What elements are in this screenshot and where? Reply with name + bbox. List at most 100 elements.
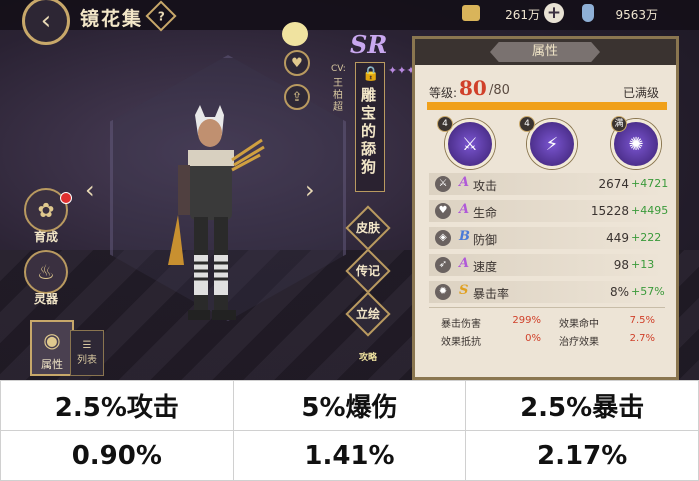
stat-value: 2674 bbox=[598, 177, 629, 191]
level-label: 等级: bbox=[429, 86, 458, 100]
share-button[interactable]: ⇪ bbox=[284, 84, 310, 110]
rarity-badge: SR bbox=[350, 30, 388, 59]
fan-icon: ♨ bbox=[37, 260, 55, 284]
potion-amount: 9563万 bbox=[615, 8, 658, 22]
sword-icon: ⚔ bbox=[435, 176, 451, 192]
boot-icon: ➶ bbox=[435, 257, 451, 273]
stat-row: ⚔ A 攻击 2674 +4721 bbox=[429, 173, 669, 195]
gold-icon bbox=[462, 5, 480, 21]
crit-icon: ✹ bbox=[435, 284, 451, 300]
heart-icon: ♥ bbox=[291, 55, 303, 71]
shield-icon: ◈ bbox=[435, 230, 451, 246]
cv-label: CV: bbox=[331, 64, 346, 74]
sub-stat-value: 299% bbox=[512, 315, 541, 326]
stat-value: 98 bbox=[613, 258, 629, 272]
chibi-avatar[interactable] bbox=[282, 22, 308, 46]
stat-grade: B bbox=[459, 229, 470, 244]
tab-list-label: 列表 bbox=[77, 355, 97, 366]
list-icon: ☰ bbox=[82, 340, 92, 351]
table-value-cell: 1.41% bbox=[232, 430, 467, 481]
lock-icon[interactable]: 🔒 bbox=[362, 66, 379, 82]
sub-stat-name: 暴击伤害 bbox=[441, 319, 481, 330]
sub-stat-name: 效果抵抗 bbox=[441, 337, 481, 348]
add-currency-button[interactable]: + bbox=[544, 3, 564, 23]
next-character-arrow[interactable]: › bbox=[305, 176, 315, 204]
stat-value: 15228 bbox=[590, 204, 629, 218]
table-header-cell: 5%爆伤 bbox=[232, 380, 467, 431]
notification-dot bbox=[60, 192, 72, 204]
menu-cultivate-label: 育成 bbox=[33, 230, 58, 244]
sub-stat-name: 治疗效果 bbox=[559, 337, 599, 348]
sub-stat-value: 0% bbox=[525, 333, 541, 344]
level-max: /80 bbox=[489, 83, 510, 98]
stat-bonus: +4495 bbox=[631, 204, 669, 217]
sub-stat-name: 效果命中 bbox=[559, 319, 599, 330]
skill-3-level: 满 bbox=[611, 116, 627, 132]
stat-grade: A bbox=[459, 256, 470, 271]
table-row: 2.5%攻击 5%爆伤 2.5%暴击 bbox=[0, 380, 699, 431]
stat-name: 暴击率 bbox=[473, 287, 510, 301]
stat-value: 8% bbox=[609, 285, 629, 299]
comparison-table: 2.5%攻击 5%爆伤 2.5%暴击 0.90% 1.41% 2.17% bbox=[0, 380, 699, 481]
tab-attributes-label: 属性 bbox=[41, 358, 63, 371]
table-row: 0.90% 1.41% 2.17% bbox=[0, 430, 699, 481]
character-name: 雕宝的舔狗 bbox=[361, 86, 377, 176]
stats-divider bbox=[429, 307, 665, 308]
stat-value: 449 bbox=[606, 231, 629, 245]
stat-row: ◈ B 防御 449 +222 bbox=[429, 227, 665, 249]
stat-grade: S bbox=[459, 283, 469, 298]
level-value: 80 bbox=[459, 76, 487, 100]
tab-attributes[interactable]: ◉ 属性 bbox=[30, 320, 74, 376]
level-progress-fill bbox=[427, 102, 667, 110]
back-arrow-icon: ‹ bbox=[40, 6, 52, 36]
sub-stat-value: 2.7% bbox=[629, 333, 655, 344]
stat-name: 防御 bbox=[473, 233, 498, 247]
prev-character-arrow[interactable]: ‹ bbox=[85, 176, 95, 204]
heart-icon: ♥ bbox=[435, 203, 451, 219]
attribute-panel: 属性 等级: 80 /80 已满级 ⚔ 4 ⚡ 4 ✺ 满 ⚔ A 攻击 2674 +4… bbox=[412, 36, 679, 380]
page-title: 镜花集 bbox=[80, 8, 144, 30]
stat-name: 生命 bbox=[473, 206, 498, 220]
level-progress-bar bbox=[427, 102, 667, 110]
tab-illustration[interactable]: 立绘 bbox=[350, 305, 386, 322]
star-rank: ✦✦✦✦✦ bbox=[388, 64, 434, 78]
tab-skin[interactable]: 皮肤 bbox=[350, 219, 386, 236]
sub-stat-value: 7.5% bbox=[629, 315, 655, 326]
eye-icon: ◉ bbox=[43, 328, 61, 352]
table-value-cell: 0.90% bbox=[0, 430, 234, 481]
panel-title: 属性 bbox=[490, 42, 600, 62]
tab-biography[interactable]: 传记 bbox=[350, 262, 386, 279]
skill-1-level: 4 bbox=[437, 116, 453, 132]
level-status: 已满级 bbox=[623, 86, 660, 100]
stat-row: ✹ S 暴击率 8% +57% bbox=[429, 281, 665, 303]
table-value-cell: 2.17% bbox=[465, 430, 699, 481]
stat-grade: A bbox=[459, 175, 470, 190]
stat-bonus: +13 bbox=[631, 258, 655, 271]
skill-2-level: 4 bbox=[519, 116, 535, 132]
game-screen: ‹ 镜花集 ? 261万 + 9563万 ✿ 育成 ♨ 灵器 ◉ 属性 ☰ 列表… bbox=[0, 0, 699, 380]
stat-row: ♥ A 生命 15228 +4495 bbox=[429, 200, 669, 222]
favorite-button[interactable]: ♥ bbox=[284, 50, 310, 76]
menu-artifact-button[interactable]: ♨ bbox=[24, 250, 68, 294]
table-header-cell: 2.5%暴击 bbox=[465, 380, 699, 431]
tab-list[interactable]: ☰ 列表 bbox=[70, 330, 104, 376]
stat-row: ➶ A 速度 98 +13 bbox=[429, 254, 665, 276]
gold-amount: 261万 bbox=[505, 8, 540, 22]
potion-icon bbox=[582, 4, 594, 22]
menu-artifact-label: 灵器 bbox=[33, 292, 58, 306]
stat-grade: A bbox=[459, 202, 470, 217]
sub-stat-row: 暴击伤害 299% 效果命中 7.5% bbox=[429, 315, 665, 333]
stat-name: 攻击 bbox=[473, 179, 498, 193]
question-icon: ? bbox=[157, 9, 165, 23]
table-header-cell: 2.5%攻击 bbox=[0, 380, 234, 431]
back-button[interactable]: ‹ bbox=[22, 0, 70, 45]
share-icon: ⇪ bbox=[291, 89, 303, 105]
cv-name: 王柏超 bbox=[333, 78, 343, 113]
sub-stat-row: 效果抵抗 0% 治疗效果 2.7% bbox=[429, 333, 665, 351]
stat-name: 速度 bbox=[473, 260, 498, 274]
stat-bonus: +4721 bbox=[631, 177, 669, 190]
guide-chibi-label[interactable]: 攻略 bbox=[350, 350, 386, 363]
flower-icon: ✿ bbox=[37, 198, 55, 222]
character-figure bbox=[168, 105, 265, 320]
panel-header: 属性 bbox=[415, 39, 676, 65]
